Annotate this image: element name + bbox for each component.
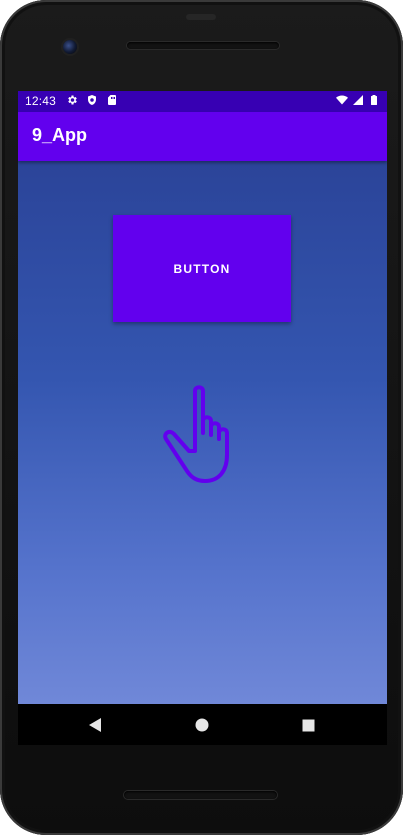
recents-icon[interactable] bbox=[298, 715, 318, 735]
sim-card-icon bbox=[106, 94, 118, 106]
top-speaker-grille bbox=[127, 42, 279, 49]
bottom-speaker-grille bbox=[124, 791, 277, 799]
navigation-bar bbox=[18, 704, 387, 745]
wifi-icon bbox=[336, 94, 348, 106]
screen: 12:43 9_App BUTTON bbox=[18, 91, 387, 745]
shield-icon bbox=[86, 94, 98, 106]
earpiece bbox=[186, 14, 216, 20]
pointing-hand-icon bbox=[159, 385, 249, 485]
app-title: 9_App bbox=[32, 125, 88, 145]
settings-icon bbox=[66, 94, 78, 106]
battery-icon bbox=[368, 94, 380, 106]
home-icon[interactable] bbox=[192, 715, 212, 735]
front-camera bbox=[63, 40, 77, 54]
back-icon[interactable] bbox=[85, 715, 105, 735]
status-left-icons bbox=[66, 94, 118, 106]
main-button[interactable]: BUTTON bbox=[113, 215, 291, 322]
app-bar: 9_App bbox=[18, 112, 387, 161]
signal-icon bbox=[352, 94, 364, 106]
status-bar: 12:43 bbox=[18, 91, 387, 112]
status-time: 12:43 bbox=[25, 94, 57, 108]
status-right-icons bbox=[336, 94, 380, 106]
phone-frame: 12:43 9_App BUTTON bbox=[0, 0, 403, 835]
main-content: BUTTON bbox=[18, 161, 387, 704]
